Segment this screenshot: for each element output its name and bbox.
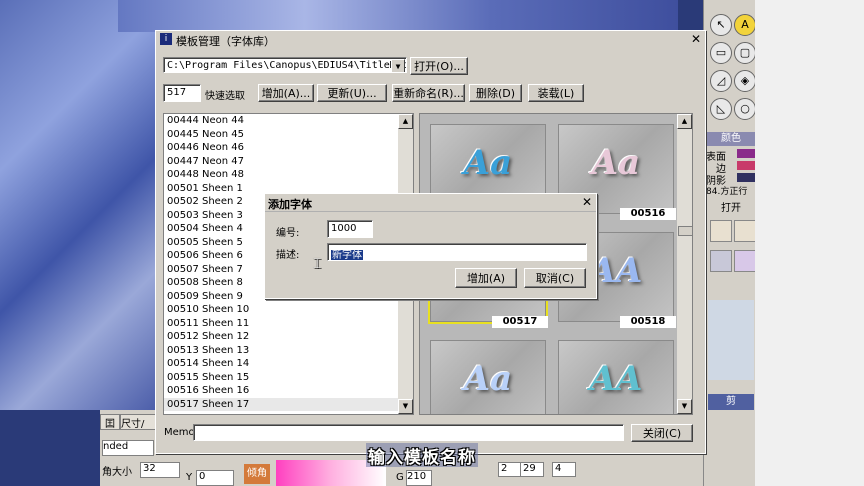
update-button[interactable]: 更新(U)... <box>317 84 387 102</box>
close-icon[interactable]: ✕ <box>580 196 594 209</box>
value-input-2[interactable]: 29 <box>520 462 544 477</box>
desc-value: 新字体 <box>331 250 363 261</box>
ellipse-tool-icon[interactable]: ○ <box>734 98 756 120</box>
preset-thumb-3[interactable] <box>710 250 732 272</box>
list-item[interactable]: 00510 Sheen 10 <box>164 303 413 317</box>
thumbnail-scrollbar[interactable]: ▲ ▼ <box>677 114 692 414</box>
polygon-tool-icon[interactable]: ◺ <box>710 98 732 120</box>
surface-swatch[interactable] <box>737 149 755 158</box>
thumbnail-id-label: 00516 <box>620 208 676 220</box>
quick-select-input[interactable]: 517 <box>163 84 201 102</box>
close-button[interactable]: 关闭(C) <box>631 424 693 442</box>
text-tool-icon[interactable]: A <box>734 14 756 36</box>
scroll-down-icon[interactable]: ▼ <box>398 399 413 414</box>
app-icon: i <box>160 33 172 45</box>
far-right-blank <box>755 0 864 486</box>
scroll-up-icon[interactable]: ▲ <box>677 114 692 129</box>
desc-input[interactable]: 新字体 <box>327 243 587 261</box>
list-item[interactable]: 00516 Sheen 16 <box>164 384 413 398</box>
font-size-label: 角大小 <box>102 467 132 478</box>
text-field-a[interactable]: nded <box>102 440 154 456</box>
preview-image <box>708 300 754 380</box>
tool-panel: ↖ A ▭ ▢ ◿ ◈ ◺ ○ 颜色 表面 边 阴影 84.方正行 打开 剪 <box>703 0 756 486</box>
rect-tool-icon[interactable]: ▭ <box>710 42 732 64</box>
value-input-1[interactable]: 2 <box>498 462 522 477</box>
scroll-up-icon[interactable]: ▲ <box>398 114 413 129</box>
rename-button[interactable]: 重新命名(R)... <box>392 84 465 102</box>
y-input[interactable]: 0 <box>196 470 234 486</box>
shadow-swatch[interactable] <box>737 173 755 182</box>
list-item[interactable]: 00515 Sheen 15 <box>164 371 413 385</box>
background-top-strip <box>118 0 678 32</box>
open-button[interactable]: 打开(O)... <box>410 57 468 75</box>
open-header: 打开 <box>707 202 755 216</box>
row-font: 84.方正行 <box>706 187 748 197</box>
list-item[interactable]: 00447 Neon 47 <box>164 155 413 169</box>
thumbnail-preview-text: Aa <box>463 359 513 399</box>
memo-label: Memo <box>164 427 195 438</box>
dialog-title: 模板管理（字体库） <box>176 35 275 48</box>
close-icon[interactable]: ✕ <box>689 33 703 46</box>
cancel-button[interactable]: 取消(C) <box>524 268 586 288</box>
add-button[interactable]: 增加(A)... <box>258 84 314 102</box>
tab-size[interactable]: 尺寸/ <box>120 414 160 430</box>
chevron-down-icon[interactable]: ▼ <box>391 59 405 72</box>
preset-thumb-2[interactable] <box>734 220 756 242</box>
add-font-title-bar: 添加字体 ✕ <box>265 194 596 212</box>
desc-label: 描述: <box>276 250 300 261</box>
preset-thumb-1[interactable] <box>710 220 732 242</box>
list-item[interactable]: 00512 Sheen 12 <box>164 330 413 344</box>
delete-button[interactable]: 删除(D) <box>469 84 522 102</box>
list-item[interactable]: 00511 Sheen 11 <box>164 317 413 331</box>
triangle-tool-icon[interactable]: ◿ <box>710 70 732 92</box>
memo-input[interactable] <box>193 424 624 441</box>
color-header: 颜色 <box>707 132 755 146</box>
cut-label: 剪 <box>708 394 754 410</box>
mouse-cursor-icon: ⌶ <box>313 256 322 272</box>
add-font-title: 添加字体 <box>268 198 312 211</box>
thumbnail-id-label: 00517 <box>492 316 548 328</box>
rounded-rect-tool-icon[interactable]: ▢ <box>734 42 756 64</box>
thumbnail-preview-text: AA <box>589 359 643 399</box>
g-label: G <box>396 472 404 483</box>
list-item[interactable]: 00446 Neon 46 <box>164 141 413 155</box>
number-input[interactable]: 1000 <box>327 220 373 238</box>
template-thumbnail[interactable]: Aa <box>430 340 546 414</box>
scroll-thumb[interactable] <box>678 226 692 236</box>
list-item[interactable]: 00513 Sheen 13 <box>164 344 413 358</box>
y-label: Y <box>186 472 193 483</box>
path-value: C:\Program Files\Canopus\EDIUS4\TitleMot… <box>167 60 406 71</box>
tab-a[interactable]: 囯 <box>100 414 120 430</box>
scroll-down-icon[interactable]: ▼ <box>677 399 692 414</box>
pointer-tool-icon[interactable]: ↖ <box>710 14 732 36</box>
load-button[interactable]: 装载(L) <box>528 84 584 102</box>
quick-select-label: 快速选取 <box>205 91 245 102</box>
shape-tool-icon[interactable]: ◈ <box>734 70 756 92</box>
thumbnail-id-label: 00518 <box>620 316 676 328</box>
add-font-dialog: 添加字体 ✕ 编号: 1000 描述: 新字体 ⌶ 增加(A) 取消(C) <box>264 193 597 299</box>
title-bar: i 模板管理（字体库） ✕ <box>156 31 705 48</box>
list-item[interactable]: 00517 Sheen 17 <box>164 397 413 411</box>
list-item[interactable]: 00514 Sheen 14 <box>164 357 413 371</box>
background-video-area <box>0 0 160 410</box>
number-label: 编号: <box>276 228 300 239</box>
value-input-3[interactable]: 4 <box>552 462 576 477</box>
preset-thumb-4[interactable] <box>734 250 756 272</box>
thumbnail-preview-text: Aa <box>591 143 641 183</box>
list-item[interactable]: 00448 Neon 48 <box>164 168 413 182</box>
edge-swatch[interactable] <box>737 161 755 170</box>
path-combo[interactable]: C:\Program Files\Canopus\EDIUS4\TitleMot… <box>163 57 407 73</box>
list-item[interactable]: 00445 Neon 45 <box>164 128 413 142</box>
font-size-input[interactable]: 32 <box>140 462 180 478</box>
add-confirm-button[interactable]: 增加(A) <box>455 268 517 288</box>
thumbnail-preview-text: Aa <box>463 143 513 183</box>
template-thumbnail[interactable]: AA <box>558 340 674 414</box>
video-caption: 输入模板名称 <box>366 443 478 468</box>
angle-label: 倾角 <box>244 464 270 484</box>
g-input[interactable]: 210 <box>406 470 432 486</box>
list-item[interactable]: 00444 Neon 44 <box>164 114 413 128</box>
